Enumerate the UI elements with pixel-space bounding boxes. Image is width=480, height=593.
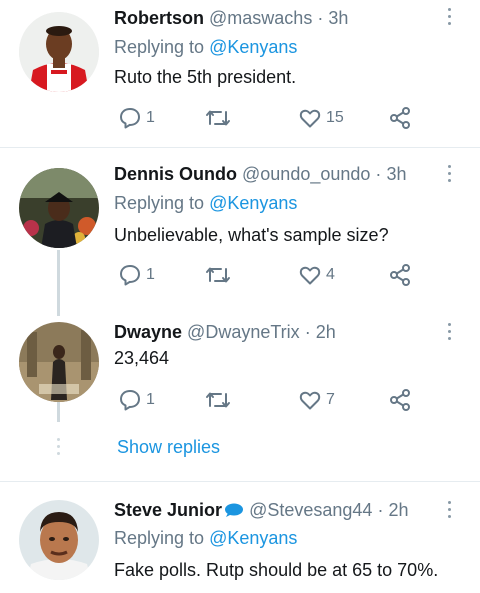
mention-link[interactable]: @Kenyans (209, 193, 297, 213)
timestamp[interactable]: 3h (386, 164, 406, 184)
replying-to: Replying to @Kenyans (114, 527, 297, 549)
retweet-button[interactable] (204, 262, 236, 288)
like-count: 4 (326, 266, 335, 283)
tweet-robertson[interactable]: Robertson @maswachs · 3h Replying to @Ke… (0, 0, 480, 146)
user-handle[interactable]: @oundo_oundo (242, 164, 370, 184)
avatar[interactable] (19, 12, 99, 92)
separator-dot: · (317, 8, 324, 28)
replying-to-label: Replying to (114, 37, 205, 57)
reply-icon (120, 390, 140, 411)
replying-to-label: Replying to (114, 193, 205, 213)
retweet-icon (206, 110, 230, 126)
reply-count: 1 (146, 266, 155, 283)
timestamp[interactable]: 2h (316, 322, 336, 342)
retweet-icon (206, 392, 230, 408)
share-button[interactable] (388, 105, 412, 131)
like-count: 15 (326, 109, 344, 126)
like-button[interactable]: 7 (298, 387, 335, 413)
show-replies-link[interactable]: Show replies (117, 436, 220, 458)
tweet-text: Fake polls. Rutp should be at 65 to 70%. (114, 560, 439, 580)
replying-to: Replying to @Kenyans (114, 192, 297, 214)
user-handle[interactable]: @maswachs (209, 8, 312, 28)
retweet-button[interactable] (204, 105, 236, 131)
like-button[interactable]: 4 (298, 262, 335, 288)
share-button[interactable] (388, 387, 412, 413)
display-name[interactable]: Robertson (114, 8, 204, 28)
tweet-text: Unbelievable, what's sample size? (114, 225, 389, 245)
avatar[interactable] (19, 500, 99, 580)
separator-dot: · (377, 500, 384, 520)
more-options-icon[interactable] (444, 8, 454, 28)
like-count: 7 (326, 391, 335, 408)
avatar[interactable] (19, 322, 99, 402)
more-options-icon[interactable] (444, 165, 454, 185)
replying-to-label: Replying to (114, 528, 205, 548)
tweet-header: Dwayne @DwayneTrix · 2h (114, 321, 336, 343)
tweet-header: Dennis Oundo @oundo_oundo · 3h (114, 163, 406, 185)
replying-to: Replying to @Kenyans (114, 36, 297, 58)
display-name[interactable]: Dennis Oundo (114, 164, 237, 184)
share-button[interactable] (388, 262, 412, 288)
share-icon (390, 264, 410, 286)
mention-link[interactable]: @Kenyans (209, 37, 297, 57)
reply-count: 1 (146, 109, 155, 126)
timestamp[interactable]: 3h (328, 8, 348, 28)
tweet-text: Ruto the 5th president. (114, 67, 297, 87)
reply-button[interactable]: 1 (118, 262, 155, 288)
separator-dot: · (375, 164, 382, 184)
tweet-text: 23,464 (114, 348, 170, 368)
reply-icon (120, 108, 140, 129)
display-name[interactable]: Dwayne (114, 322, 182, 342)
tweet-steve-junior[interactable]: Steve Junior @Stevesang44 · 2h Replying … (0, 482, 480, 593)
separator-dot: · (304, 322, 311, 342)
heart-icon (299, 109, 321, 128)
timestamp[interactable]: 2h (388, 500, 408, 520)
heart-icon (299, 391, 321, 410)
tweet-dwayne[interactable]: Dwayne @DwayneTrix · 2h 23,464 1 7 (0, 308, 480, 478)
retweet-icon (206, 267, 230, 283)
share-icon (390, 389, 410, 411)
speech-bubble-icon (225, 503, 244, 517)
retweet-button[interactable] (204, 387, 236, 413)
more-options-icon[interactable] (444, 323, 454, 343)
user-handle[interactable]: @DwayneTrix (187, 322, 300, 342)
thread-dots (57, 438, 61, 459)
reply-icon (120, 265, 140, 286)
reply-count: 1 (146, 391, 155, 408)
more-options-icon[interactable] (444, 501, 454, 521)
reply-button[interactable]: 1 (118, 387, 155, 413)
tweet-header: Robertson @maswachs · 3h (114, 7, 348, 29)
user-handle[interactable]: @Stevesang44 (249, 500, 372, 520)
mention-link[interactable]: @Kenyans (209, 528, 297, 548)
tweet-dennis-oundo[interactable]: Dennis Oundo @oundo_oundo · 3h Replying … (0, 148, 480, 308)
avatar[interactable] (19, 168, 99, 248)
tweet-header: Steve Junior @Stevesang44 · 2h (114, 499, 408, 521)
like-button[interactable]: 15 (298, 105, 344, 131)
thread-line (57, 402, 60, 422)
display-name[interactable]: Steve Junior (114, 500, 222, 520)
reply-button[interactable]: 1 (118, 105, 155, 131)
share-icon (390, 107, 410, 129)
heart-icon (299, 266, 321, 285)
thread-line (57, 250, 60, 316)
